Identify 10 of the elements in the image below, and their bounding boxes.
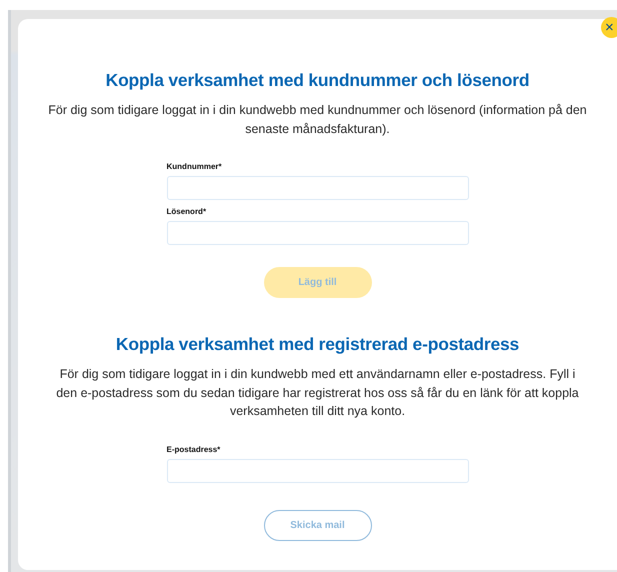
section-title: Koppla verksamhet med registrerad e-postadress: [116, 334, 520, 355]
field-label: Lösenord*: [166, 207, 208, 216]
field-label: Kundnummer*: [166, 162, 223, 171]
input-field[interactable]: [166, 176, 468, 200]
field-label: E-postadress*: [166, 444, 222, 454]
input-field[interactable]: [166, 458, 468, 482]
input-field[interactable]: [166, 221, 468, 245]
description-text: För dig som tidigare loggat in i din kundwebb med kundnummer och lösenord (information på den senaste månadsfakturan).: [48, 102, 588, 138]
section-title: Koppla verksamhet med kundnummer och lösenord: [106, 70, 530, 91]
description-text: För dig som tidigare loggat in i din kundwebb med ett användarnamn eller e-postadress. Fyll i den e-postadress som du sedan tidigare har registrerat hos oss så får du en länk för att koppla verksamheten till ditt nya konto.: [55, 366, 580, 420]
